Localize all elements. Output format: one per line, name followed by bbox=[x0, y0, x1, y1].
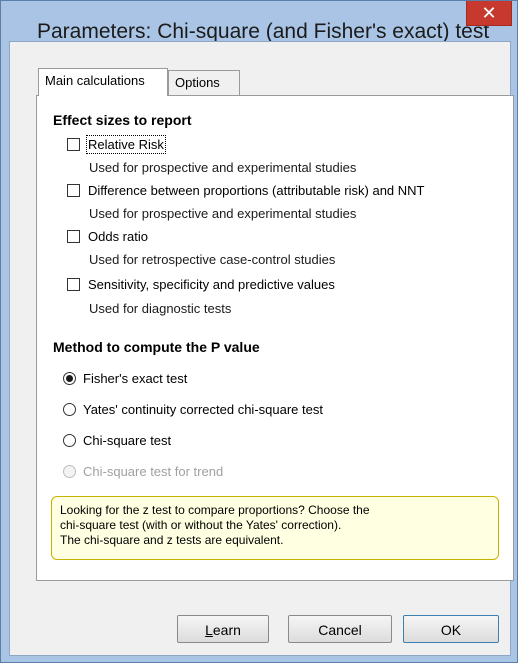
cancel-button[interactable]: Cancel bbox=[288, 615, 392, 643]
close-icon: ✕ bbox=[481, 3, 497, 23]
learn-mnemonic: L bbox=[205, 622, 213, 638]
dialog-window: Parameters: Chi-square (and Fisher's exa… bbox=[0, 0, 518, 663]
p-value-method-heading: Method to compute the P value bbox=[53, 339, 260, 355]
effect-sizes-heading: Effect sizes to report bbox=[53, 112, 192, 128]
checkbox-difference-between-proportions[interactable]: Difference between proportions (attribut… bbox=[67, 183, 424, 198]
close-button[interactable]: ✕ bbox=[466, 1, 512, 26]
tab-options[interactable]: Options bbox=[168, 70, 240, 95]
radio-chi-square-test[interactable]: Chi-square test bbox=[63, 433, 171, 448]
checkbox-relative-risk[interactable]: Relative Risk bbox=[67, 135, 166, 154]
radio-label[interactable]: Chi-square test bbox=[83, 433, 171, 448]
learn-label: earn bbox=[212, 622, 241, 638]
radio-button[interactable] bbox=[63, 403, 76, 416]
checkbox-sensitivity-specificity[interactable]: Sensitivity, specificity and predictive … bbox=[67, 277, 335, 292]
checkbox-box[interactable] bbox=[67, 278, 80, 291]
radio-button-selected[interactable] bbox=[63, 372, 76, 385]
checkbox-odds-ratio[interactable]: Odds ratio bbox=[67, 229, 148, 244]
note-line: chi-square test (with or without the Yat… bbox=[60, 518, 342, 532]
checkbox-label[interactable]: Difference between proportions (attribut… bbox=[88, 183, 424, 198]
tab-main-calculations[interactable]: Main calculations bbox=[38, 68, 168, 96]
radio-button[interactable] bbox=[63, 434, 76, 447]
checkbox-box[interactable] bbox=[67, 184, 80, 197]
radio-label[interactable]: Yates' continuity corrected chi-square t… bbox=[83, 402, 323, 417]
info-note-box: Looking for the z test to compare propor… bbox=[51, 496, 499, 560]
ok-button[interactable]: OK bbox=[403, 615, 499, 643]
checkbox-label[interactable]: Sensitivity, specificity and predictive … bbox=[88, 277, 335, 292]
relative-risk-description: Used for prospective and experimental st… bbox=[89, 160, 357, 175]
radio-chi-square-trend-disabled: Chi-square test for trend bbox=[63, 464, 223, 479]
radio-label[interactable]: Fisher's exact test bbox=[83, 371, 187, 386]
checkbox-label[interactable]: Relative Risk bbox=[86, 135, 166, 154]
checkbox-label[interactable]: Odds ratio bbox=[88, 229, 148, 244]
checkbox-box[interactable] bbox=[67, 138, 80, 151]
note-line: The chi-square and z tests are equivalen… bbox=[60, 533, 284, 547]
radio-button-disabled bbox=[63, 465, 76, 478]
difference-description: Used for prospective and experimental st… bbox=[89, 206, 357, 221]
learn-button[interactable]: Learn bbox=[177, 615, 269, 643]
checkbox-box[interactable] bbox=[67, 230, 80, 243]
dialog-client-area: Main calculations Options Effect sizes t… bbox=[9, 41, 514, 656]
radio-fishers-exact-test[interactable]: Fisher's exact test bbox=[63, 371, 187, 386]
radio-dot-icon bbox=[66, 375, 73, 382]
odds-ratio-description: Used for retrospective case-control stud… bbox=[89, 252, 336, 267]
radio-label: Chi-square test for trend bbox=[83, 464, 224, 479]
tab-panel-main-calculations: Effect sizes to report Relative Risk Use… bbox=[36, 95, 514, 581]
radio-yates-continuity-test[interactable]: Yates' continuity corrected chi-square t… bbox=[63, 402, 323, 417]
sensitivity-description: Used for diagnostic tests bbox=[89, 301, 232, 316]
note-line: Looking for the z test to compare propor… bbox=[60, 503, 370, 517]
